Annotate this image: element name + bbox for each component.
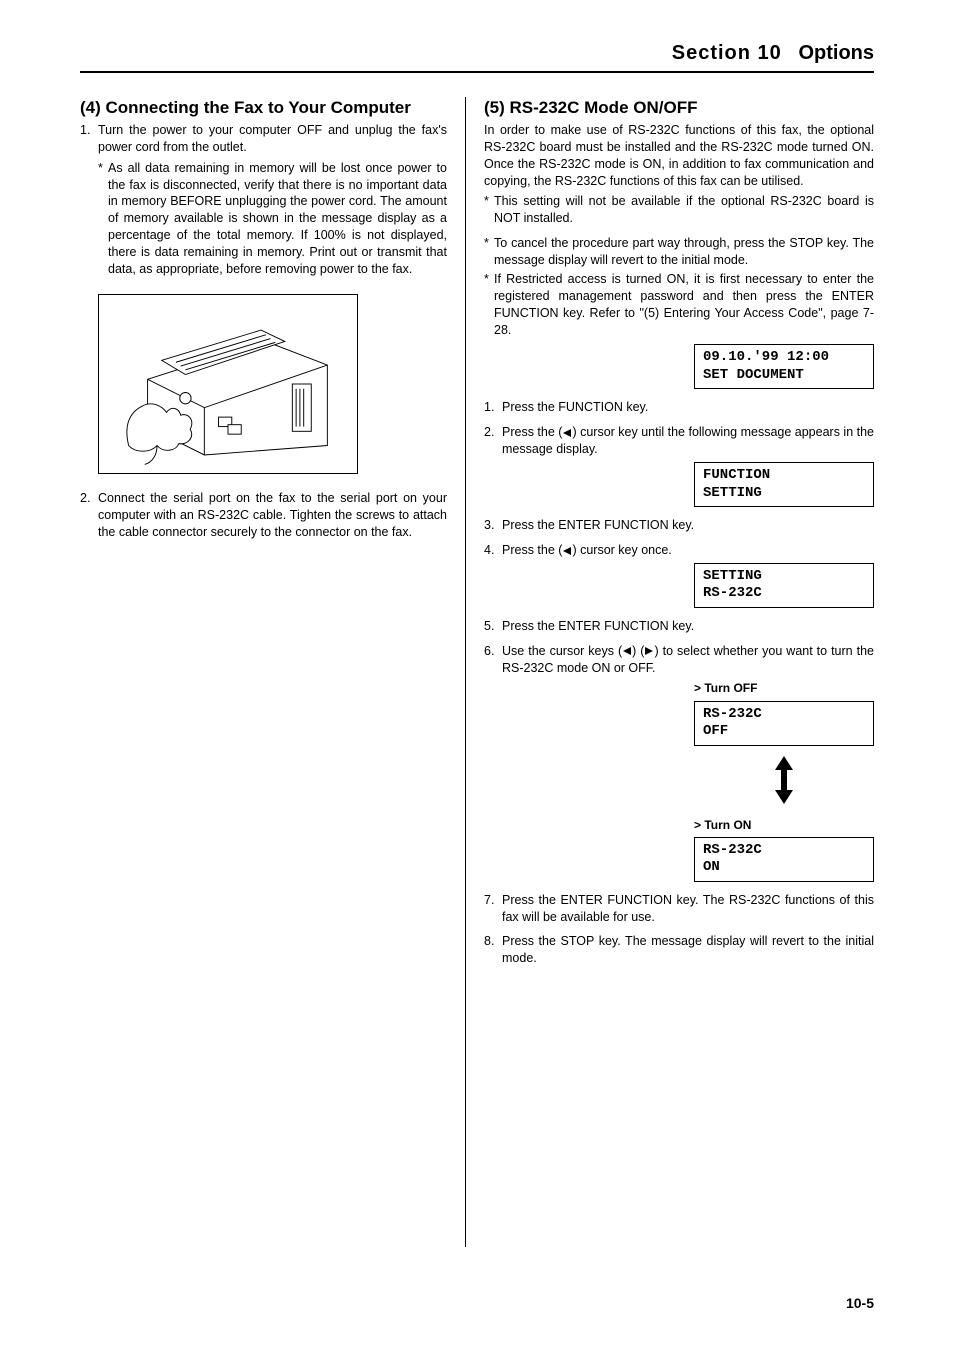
step-number: 8.: [484, 933, 502, 967]
step-2: 2. Press the () cursor key until the fol…: [484, 424, 874, 458]
step-1: 1. Turn the power to your computer OFF a…: [80, 122, 447, 156]
step-4: 4. Press the () cursor key once.: [484, 542, 874, 559]
lcd-line: SETTING: [703, 485, 762, 501]
lcd-display-rs232c-on: RS-232C ON: [694, 837, 874, 882]
note-text: As all data remaining in memory will be …: [108, 160, 447, 278]
step-7: 7. Press the ENTER FUNCTION key. The RS-…: [484, 892, 874, 926]
step-text: Use the cursor keys () () to select whet…: [502, 643, 874, 677]
step-number: 1.: [484, 399, 502, 416]
heading-connect-fax: (4) Connecting the Fax to Your Computer: [80, 97, 447, 120]
step-number: 7.: [484, 892, 502, 926]
note-text: This setting will not be available if th…: [494, 193, 874, 227]
cursor-left-icon: [562, 428, 572, 438]
intro-text: In order to make use of RS-232C function…: [484, 122, 874, 190]
lcd-display-setting-rs232c: SETTING RS-232C: [694, 563, 874, 608]
step-text: Press the ENTER FUNCTION key. The RS-232…: [502, 892, 874, 926]
asterisk-icon: *: [484, 271, 494, 339]
lcd-display-function-setting: FUNCTION SETTING: [694, 462, 874, 507]
step-text: Turn the power to your computer OFF and …: [98, 122, 447, 156]
fax-machine-icon: [105, 301, 351, 467]
asterisk-icon: *: [484, 235, 494, 269]
step-5: 5. Press the ENTER FUNCTION key.: [484, 618, 874, 635]
lcd-line: RS-232C: [703, 706, 762, 722]
step-number: 2.: [484, 424, 502, 458]
step-number: 5.: [484, 618, 502, 635]
section-label: Section 10: [672, 42, 782, 64]
step-text: Press the () cursor key until the follow…: [502, 424, 874, 458]
lcd-line: SET DOCUMENT: [703, 367, 804, 383]
note-text: To cancel the procedure part way through…: [494, 235, 874, 269]
fax-illustration: [98, 294, 358, 474]
step-text: Press the () cursor key once.: [502, 542, 874, 559]
lcd-line: ON: [703, 859, 720, 875]
toggle-arrows: [694, 756, 874, 809]
step-text: Connect the serial port on the fax to th…: [98, 490, 447, 541]
step-text: Press the STOP key. The message display …: [502, 933, 874, 967]
turn-off-label: > Turn OFF: [694, 680, 874, 696]
lcd-display-initial: 09.10.'99 12:00 SET DOCUMENT: [694, 344, 874, 389]
lcd-line: FUNCTION: [703, 467, 770, 483]
step-number: 6.: [484, 643, 502, 677]
note-text: If Restricted access is turned ON, it is…: [494, 271, 874, 339]
note-not-installed: * This setting will not be available if …: [484, 193, 874, 227]
cursor-right-icon: [644, 646, 654, 656]
right-column: (5) RS-232C Mode ON/OFF In order to make…: [466, 97, 874, 1247]
asterisk-icon: *: [484, 193, 494, 227]
lcd-line: OFF: [703, 723, 728, 739]
step-8: 8. Press the STOP key. The message displ…: [484, 933, 874, 967]
page-number: 10-5: [846, 1295, 874, 1311]
section-title: Options: [798, 42, 874, 64]
heading-rs232c-mode: (5) RS-232C Mode ON/OFF: [484, 97, 874, 120]
lcd-display-rs232c-off: RS-232C OFF: [694, 701, 874, 746]
page-header: Section 10 Options: [80, 42, 874, 73]
lcd-line: 09.10.'99 12:00: [703, 349, 829, 365]
step-text: Press the FUNCTION key.: [502, 399, 874, 416]
asterisk-icon: *: [98, 160, 108, 278]
step-6: 6. Use the cursor keys () () to select w…: [484, 643, 874, 677]
lcd-line: RS-232C: [703, 842, 762, 858]
lcd-line: SETTING: [703, 568, 762, 584]
step-number: 1.: [80, 122, 98, 156]
step-1: 1. Press the FUNCTION key.: [484, 399, 874, 416]
note-memory-loss: * As all data remaining in memory will b…: [98, 160, 447, 278]
lcd-line: RS-232C: [703, 585, 762, 601]
note-restricted-access: * If Restricted access is turned ON, it …: [484, 271, 874, 339]
step-number: 3.: [484, 517, 502, 534]
step-number: 2.: [80, 490, 98, 541]
note-cancel: * To cancel the procedure part way throu…: [484, 235, 874, 269]
step-text: Press the ENTER FUNCTION key.: [502, 618, 874, 635]
cursor-left-icon: [562, 546, 572, 556]
left-column: (4) Connecting the Fax to Your Computer …: [80, 97, 466, 1247]
step-number: 4.: [484, 542, 502, 559]
step-text: Press the ENTER FUNCTION key.: [502, 517, 874, 534]
cursor-left-icon: [622, 646, 632, 656]
step-3: 3. Press the ENTER FUNCTION key.: [484, 517, 874, 534]
up-down-arrow-icon: [775, 756, 793, 804]
turn-on-label: > Turn ON: [694, 817, 874, 833]
step-2: 2. Connect the serial port on the fax to…: [80, 490, 447, 541]
